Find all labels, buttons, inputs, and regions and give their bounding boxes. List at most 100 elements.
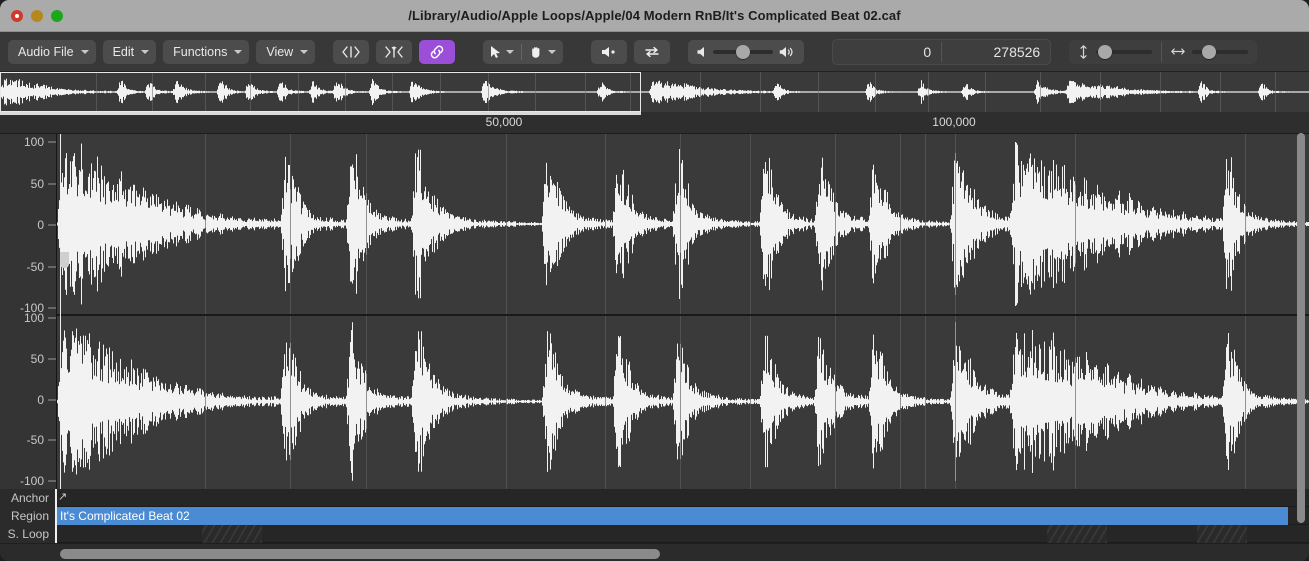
tool-selector-group (483, 39, 564, 64)
amplitude-axis-label: 0 (37, 218, 44, 232)
anchor-lane-label: Anchor (0, 489, 57, 507)
sample-loop-lane-label: S. Loop (0, 525, 57, 543)
anchor-lane-body[interactable]: ↗ (57, 489, 1309, 507)
marker-lanes: Anchor ↗ Region It's Complicated Beat 02… (0, 489, 1309, 543)
amplitude-axis-tick (48, 317, 56, 319)
link-button[interactable] (419, 39, 456, 64)
volume-slider[interactable] (688, 39, 805, 64)
horizontal-zoom-track[interactable] (1192, 44, 1249, 59)
sample-loop-lane[interactable]: S. Loop (0, 525, 1309, 543)
menu-functions[interactable]: Functions (163, 39, 250, 64)
link-icon (430, 45, 444, 58)
trim-to-selection-button[interactable] (376, 39, 413, 64)
vertical-zoom[interactable] (1069, 44, 1161, 59)
vertical-zoom-thumb[interactable] (1098, 44, 1113, 59)
amplitude-axis-tick (48, 183, 56, 184)
playhead[interactable] (60, 134, 61, 489)
menu-view[interactable]: View (256, 39, 316, 64)
overview-waveform-graphic (0, 72, 1309, 112)
selection-end-field[interactable]: 278526 (942, 40, 1050, 64)
loop-icon (645, 46, 659, 57)
speaker-high-icon (780, 46, 793, 57)
window-title: /Library/Audio/Apple Loops/Apple/04 Mode… (408, 8, 901, 23)
play-button[interactable] (591, 39, 628, 64)
chevron-down-icon (80, 50, 89, 54)
horizontal-zoom-thumb[interactable] (1202, 44, 1217, 59)
chevron-down-icon (300, 50, 309, 54)
menu-audio-file[interactable]: Audio File (8, 39, 96, 64)
sample-loop-hatch (1047, 525, 1107, 543)
amplitude-axis: 100 50 0 -50 -100 100 50 0 -50 -100 (0, 134, 57, 489)
minimize-button[interactable] (31, 9, 43, 22)
amplitude-axis-label: 100 (23, 311, 44, 325)
scrollbar-corner (0, 544, 57, 561)
menu-functions-label: Functions (173, 44, 228, 59)
vertical-zoom-track[interactable] (1096, 44, 1153, 59)
menu-edit[interactable]: Edit (102, 39, 157, 64)
playhead-handle[interactable] (60, 252, 69, 268)
amplitude-axis-tick (48, 224, 56, 226)
hand-tool[interactable] (522, 40, 563, 64)
chevron-down-icon (141, 50, 150, 54)
region-lane[interactable]: Region It's Complicated Beat 02 (0, 507, 1309, 525)
anchor-lane[interactable]: Anchor ↗ (0, 489, 1309, 507)
channel-separator (57, 314, 1309, 316)
amplitude-axis-tick (48, 307, 56, 309)
title-bar: /Library/Audio/Apple Loops/Apple/04 Mode… (0, 0, 1309, 32)
selection-start-field[interactable]: 0 (833, 40, 941, 64)
vertical-scrollbar-thumb[interactable] (1297, 133, 1305, 523)
close-button[interactable] (11, 9, 23, 22)
fit-selection-button[interactable] (333, 39, 370, 64)
zoom-controls (1069, 39, 1258, 64)
horizontal-zoom-icon (1171, 48, 1186, 55)
sample-loop-hatch (1197, 525, 1247, 543)
chevron-down-icon (506, 50, 515, 54)
amplitude-axis-label: 50 (30, 176, 44, 191)
ruler-selection-band (0, 112, 641, 115)
anchor-icon[interactable]: ↗ (58, 492, 67, 503)
amplitude-axis-label: -50 (26, 433, 44, 448)
amplitude-axis-tick (48, 480, 56, 482)
waveform-graphic (57, 134, 1309, 489)
audio-file-editor-window: /Library/Audio/Apple Loops/Apple/04 Mode… (0, 0, 1309, 561)
arrow-cursor-icon (491, 45, 501, 58)
toolbar: Audio File Edit Functions View 0 278526 (0, 32, 1309, 72)
horizontal-zoom[interactable] (1162, 44, 1257, 59)
ruler-tick-label: 50,000 (485, 115, 523, 129)
time-ruler[interactable]: 50,000 100,000 (0, 112, 1309, 134)
horizontal-scrollbar[interactable] (0, 543, 1309, 561)
pointer-tool[interactable] (483, 40, 521, 64)
loop-button[interactable] (634, 39, 671, 64)
amplitude-axis-tick (48, 358, 56, 360)
sample-loop-lane-body[interactable] (57, 525, 1309, 543)
ruler-tick-label: 100,000 (932, 115, 976, 129)
speaker-low-icon (697, 46, 705, 57)
horizontal-scrollbar-thumb[interactable] (60, 549, 660, 559)
chevron-down-icon (548, 50, 557, 54)
menu-audio-file-label: Audio File (18, 44, 74, 59)
region-lane-label: Region (0, 507, 57, 525)
overview-waveform[interactable] (0, 72, 1309, 112)
menu-view-label: View (266, 44, 294, 59)
maximize-button[interactable] (51, 9, 63, 22)
vertical-zoom-icon (1080, 44, 1087, 59)
amplitude-axis-label: -50 (26, 259, 44, 274)
waveform-canvas[interactable] (57, 134, 1309, 489)
hand-icon (532, 46, 540, 58)
amplitude-axis-label: 100 (23, 135, 44, 149)
region-bar[interactable]: It's Complicated Beat 02 (57, 507, 1288, 525)
vertical-scrollbar[interactable] (1295, 131, 1307, 535)
volume-track[interactable] (713, 44, 774, 59)
speaker-play-icon (602, 46, 615, 57)
chevron-down-icon (234, 50, 243, 54)
region-lane-body[interactable]: It's Complicated Beat 02 (57, 507, 1309, 525)
menu-edit-label: Edit (112, 44, 135, 59)
position-fields: 0 278526 (832, 38, 1052, 65)
volume-thumb[interactable] (736, 44, 751, 59)
amplitude-axis-tick (48, 399, 56, 400)
amplitude-axis-label: 50 (30, 351, 44, 366)
trim-icon (385, 45, 403, 58)
sample-loop-hatch (202, 525, 262, 543)
amplitude-axis-tick (48, 141, 56, 143)
waveform-editor: 100 50 0 -50 -100 100 50 0 -50 -100 (0, 134, 1309, 489)
